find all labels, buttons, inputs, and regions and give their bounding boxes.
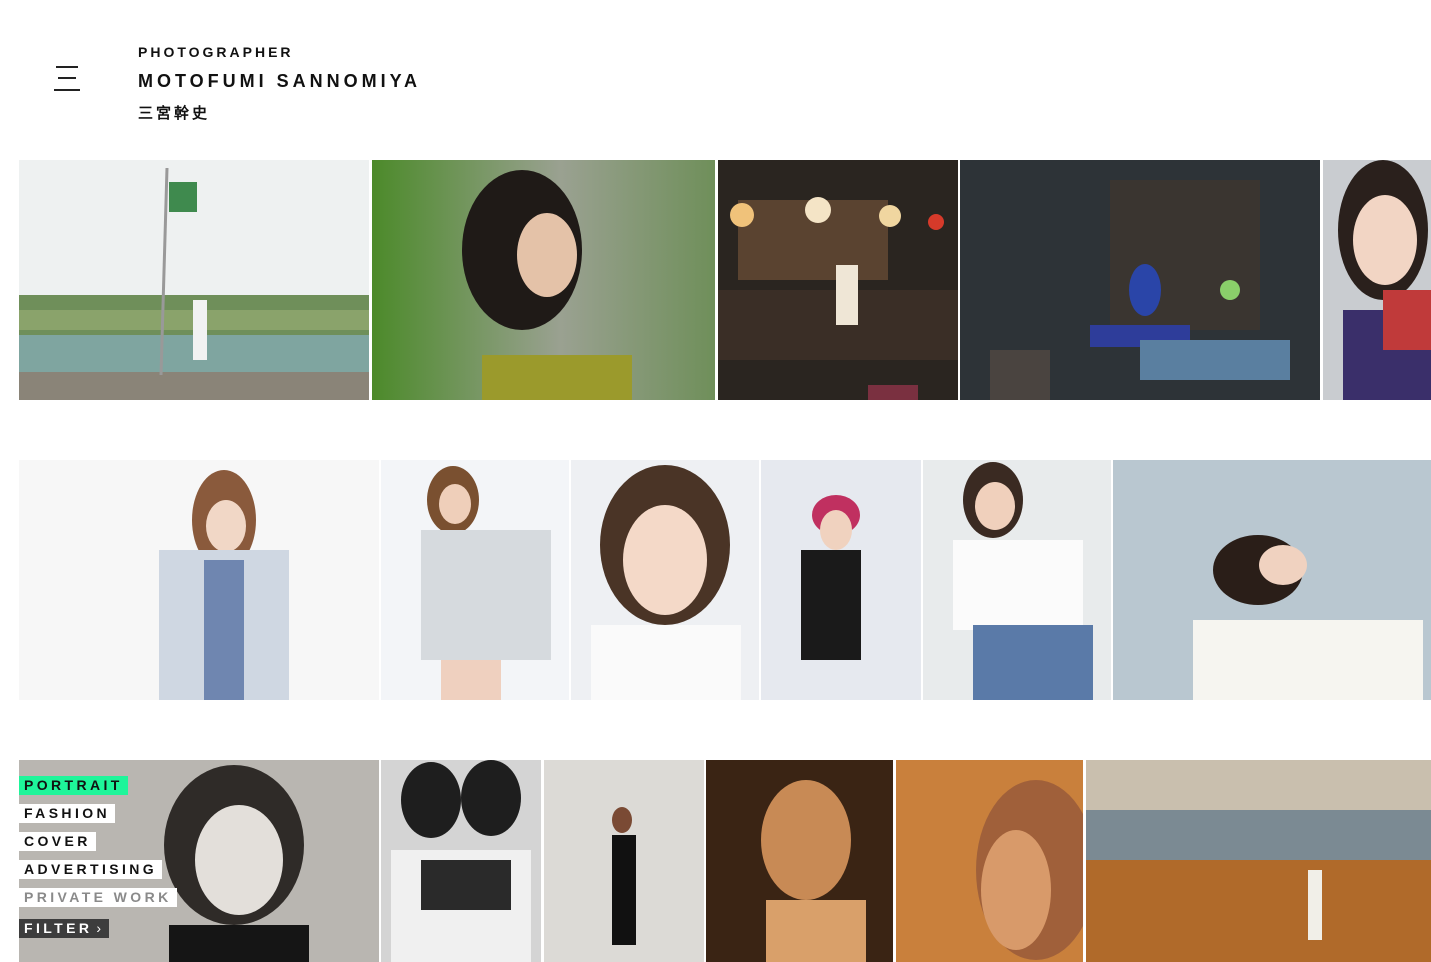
filter-cover[interactable]: COVER: [19, 832, 96, 851]
photo-coastal-meadow[interactable]: [1086, 760, 1431, 962]
photo-two-women[interactable]: [381, 760, 541, 962]
site-title-jp: 三宮幹史: [138, 104, 211, 122]
filter-advertising[interactable]: ADVERTISING: [19, 860, 163, 879]
photo-sunlit-profile-2[interactable]: [896, 760, 1083, 962]
category-filter-menu: PORTRAIT FASHION COVER ADVERTISING PRIVA…: [19, 776, 177, 938]
filter-private-work[interactable]: PRIVATE WORK: [19, 888, 177, 907]
filter-portrait[interactable]: PORTRAIT: [19, 776, 128, 795]
site-title: MOTOFUMI SANNOMIYA: [138, 71, 422, 91]
photo-black-slip-dress[interactable]: [544, 760, 704, 962]
photo-sunlit-profile-1[interactable]: [706, 760, 893, 962]
photo-scarf-portrait[interactable]: [1323, 160, 1431, 400]
photo-lying-down[interactable]: [1113, 460, 1431, 700]
photo-flag-hilltop[interactable]: [19, 160, 369, 400]
photo-night-shopfront[interactable]: [718, 160, 958, 400]
photo-sweatshirt[interactable]: [381, 460, 569, 700]
photo-flower-headband[interactable]: [761, 460, 921, 700]
photo-short-hair-closeup[interactable]: [571, 460, 759, 700]
filter-label: FILTER: [24, 920, 93, 936]
filter-toggle-button[interactable]: FILTER ›: [19, 919, 110, 938]
filter-fashion[interactable]: FASHION: [19, 804, 116, 823]
hamburger-menu-icon[interactable]: [54, 66, 80, 92]
photo-woman-green-dress[interactable]: [372, 160, 715, 400]
photo-knit-sweater[interactable]: [19, 460, 379, 700]
chevron-right-icon: ›: [96, 920, 102, 936]
site-branding[interactable]: PHOTOGRAPHER MOTOFUMI SANNOMIYA 三宮幹史: [138, 44, 421, 123]
photo-tea-table[interactable]: [960, 160, 1320, 400]
photo-white-shirt-jeans[interactable]: [923, 460, 1111, 700]
site-role: PHOTOGRAPHER: [138, 44, 294, 60]
